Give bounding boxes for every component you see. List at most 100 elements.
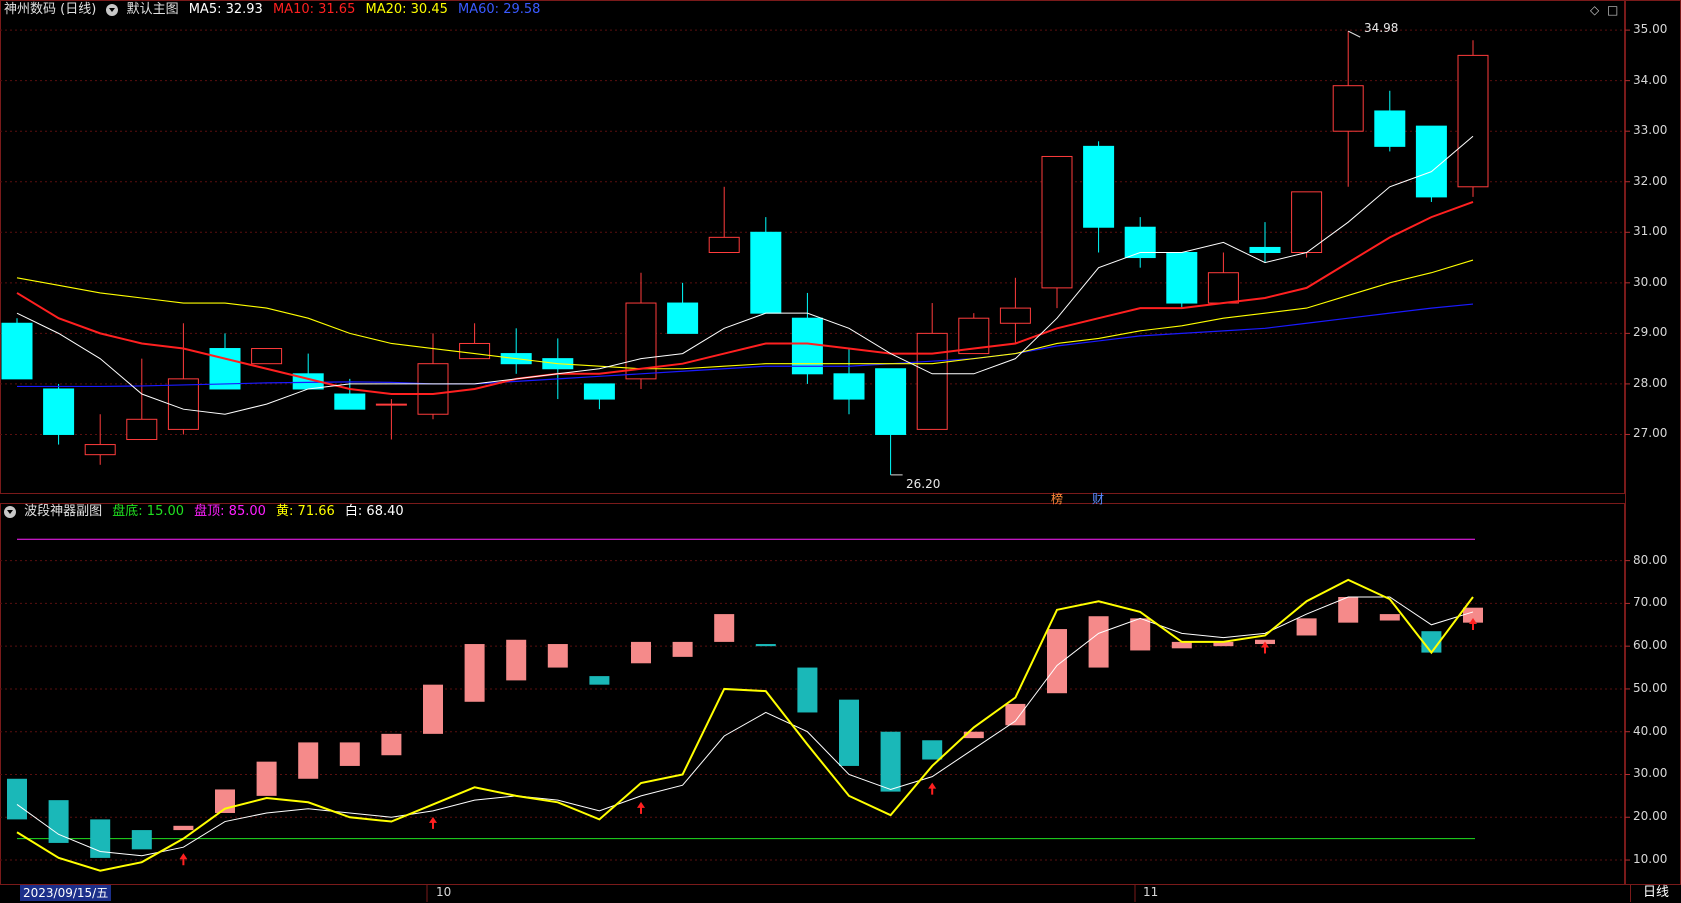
sub-axis-label: 60.00 [1633,638,1668,653]
candle-body [1083,145,1115,228]
wave-bar [464,644,485,702]
wave-bar [880,731,901,792]
wave-bar [131,830,152,850]
sub-axis-label: 10.00 [1633,852,1668,867]
wave-bar [423,684,443,734]
bottom-level-label: 盘底: 15.00 [112,504,185,519]
wave-bar [7,778,27,820]
diamond-icon[interactable]: ◇ [1590,3,1599,17]
candle-body [1332,85,1364,132]
price-axis-label: 30.00 [1633,274,1668,289]
wave-bar [1130,618,1151,651]
candle-body [1291,191,1323,253]
wave-bar [672,641,693,657]
white-value-label: 白: 68.40 [344,504,404,519]
candle-body [251,348,283,365]
yellow-value-label: 黄: 71.66 [276,504,335,519]
high-price-annotation: 34.98 [1364,21,1399,35]
candle-body [334,393,366,410]
candle-body [167,378,199,430]
wave-bar [1088,616,1109,668]
ma60-label: MA60: 29.58 [458,2,541,17]
candle-body [583,383,615,400]
candle-body [417,363,449,415]
maximize-icon[interactable]: □ [1607,3,1618,17]
wave-bar [714,614,735,642]
candle-body [1415,125,1447,198]
sub-axis-label: 30.00 [1633,766,1668,781]
candle-body [708,236,740,254]
stock-title: 神州数码 (日线) [4,2,97,17]
price-axis-label: 34.00 [1633,72,1668,87]
sub-indicator-title[interactable]: 波段神器副图 [24,504,102,519]
candle-body [1,322,33,380]
price-axis-label: 31.00 [1633,224,1668,239]
wave-bar [48,800,69,843]
candle-body [459,342,491,360]
wave-bar [631,641,651,664]
candle-body [1166,252,1198,304]
wave-bar [1005,703,1026,726]
sub-axis-label: 40.00 [1633,723,1668,738]
yellow-line [16,578,1474,872]
wave-bar [381,733,402,756]
sub-axis-label: 80.00 [1633,552,1668,567]
candle-body [1041,155,1073,289]
indicator-name[interactable]: 默认主图 [127,2,179,17]
ma5-label: MA5: 32.93 [188,2,263,17]
wave-bar [1296,618,1317,636]
month-label-oct: 10 [436,885,452,899]
wave-bar [256,761,277,796]
candle-body [1249,246,1281,253]
chart-canvas[interactable] [0,0,1681,902]
sub-axis-label: 50.00 [1633,680,1668,695]
price-axis-label: 27.00 [1633,426,1668,441]
price-axis-label: 32.00 [1633,173,1668,188]
candle-body [1374,110,1406,147]
wave-bar [298,742,319,779]
wave-bar [1047,629,1067,694]
candle-body [833,373,865,400]
event-tag-bang[interactable]: 榜 [1051,490,1063,507]
low-price-annotation: 26.20 [906,477,941,491]
main-chart-header: 神州数码 (日线) 默认主图 MA5: 32.93 MA10: 31.65 MA… [4,1,546,19]
period-button[interactable]: 日线 [1630,884,1681,902]
wave-bar [797,667,818,713]
candle-body [791,317,823,375]
candle-body [875,368,907,435]
wave-bar [755,644,776,647]
indicator-dropdown-icon[interactable] [106,3,119,16]
candle-body [667,302,699,334]
wave-bar [922,740,943,760]
sub-indicator-dropdown-icon[interactable] [4,505,16,518]
candle-body [750,231,782,314]
top-level-label: 盘顶: 85.00 [194,504,266,519]
wave-bar [839,699,859,766]
wave-bar [589,676,610,685]
candle-body [1207,272,1239,304]
ma10-label: MA10: 31.65 [272,2,356,17]
buy-arrow-icon [928,782,937,795]
candle-body [84,444,116,456]
wave-bar [173,825,194,831]
month-label-nov: 11 [1143,885,1159,899]
candle-body [999,307,1031,324]
price-axis-label: 29.00 [1633,325,1668,340]
sub-axis-label: 20.00 [1633,809,1668,824]
candle-body [375,403,407,406]
wave-bar [547,644,568,668]
event-tag-cai[interactable]: 财 [1092,490,1104,507]
wave-bar [339,742,360,766]
wave-bar [1379,614,1400,621]
price-axis-label: 28.00 [1633,375,1668,390]
buy-arrow-icon [637,801,645,814]
high-marker [1347,30,1361,38]
sub-chart-header: 波段神器副图 盘底: 15.00 盘顶: 85.00 黄: 71.66 白: 6… [4,503,410,521]
candle-body [43,388,75,435]
candle-body [126,418,158,441]
candle-body [1457,54,1489,188]
price-axis-label: 35.00 [1633,22,1668,37]
sub-axis-label: 70.00 [1633,595,1668,610]
wave-bar [1338,596,1359,623]
date-cursor-label: 2023/09/15/五 [20,885,112,901]
